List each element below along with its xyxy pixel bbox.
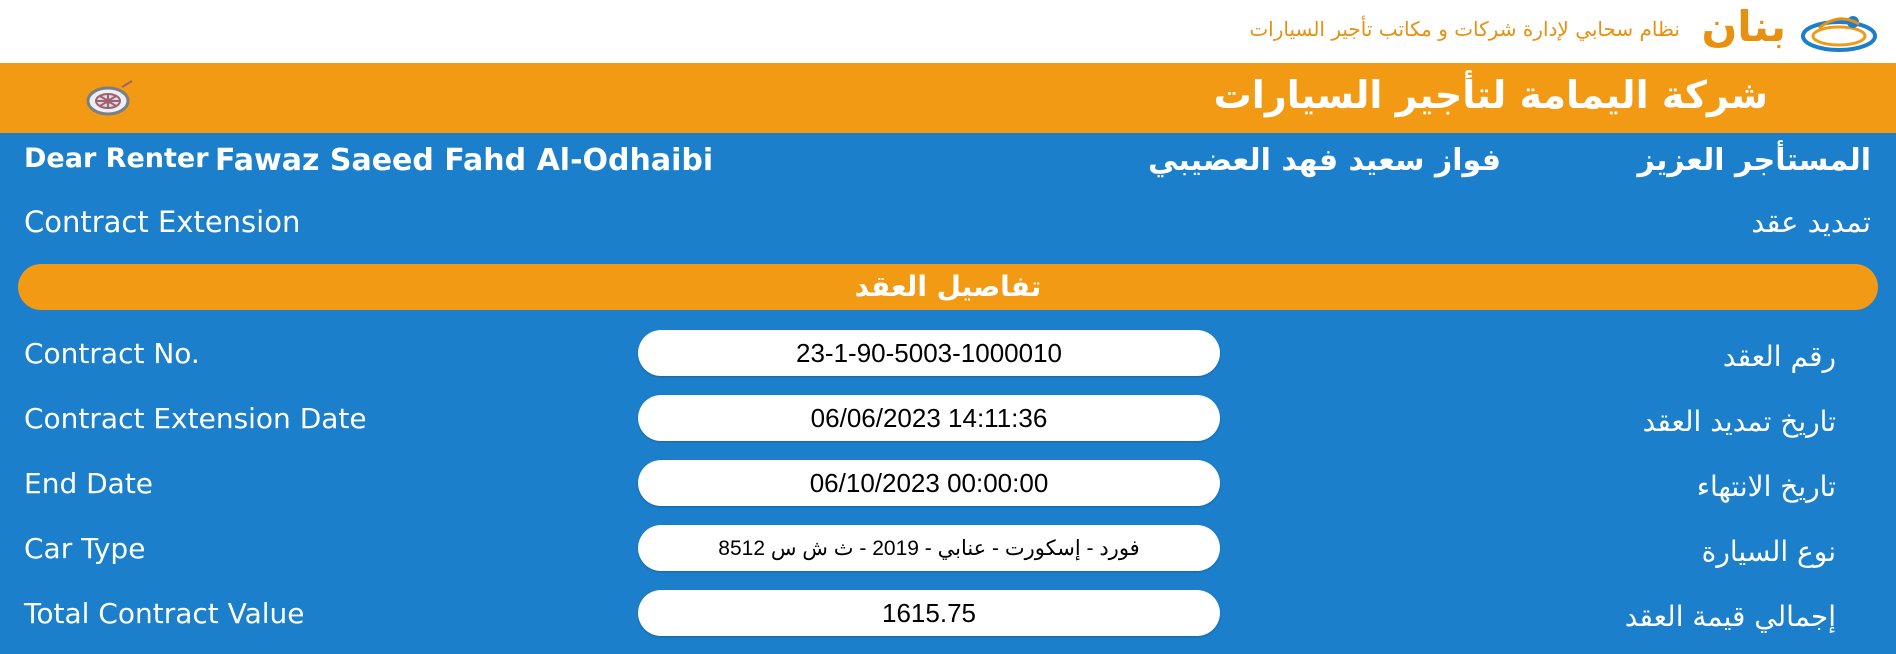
extension-date-field: 06/06/2023 14:11:36 bbox=[638, 395, 1220, 441]
top-header: بنان نظام سحابي لإدارة شركات و مكاتب تأج… bbox=[0, 0, 1896, 63]
end-date-field: 06/10/2023 00:00:00 bbox=[638, 460, 1220, 506]
brand-logo-icon bbox=[1801, 16, 1877, 52]
renter-name-en: Fawaz Saeed Fahd Al-Odhaibi bbox=[215, 143, 714, 178]
operation-title-ar: تمديد عقد bbox=[1751, 205, 1871, 239]
contract-number-label-ar: رقم العقد bbox=[1722, 340, 1836, 373]
total-value-label-ar: إجمالي قيمة العقد bbox=[1624, 600, 1836, 633]
renter-name-ar: فواز سعيد فهد العضيبي bbox=[1147, 143, 1501, 178]
brand-tagline: نظام سحابي لإدارة شركات و مكاتب تأجير ال… bbox=[1249, 17, 1680, 41]
contract-details-header: تفاصيل العقد bbox=[18, 264, 1878, 310]
end-date-label-en: End Date bbox=[24, 467, 154, 500]
extension-date-label-en: Contract Extension Date bbox=[24, 402, 367, 435]
brand-name: بنان bbox=[1701, 2, 1786, 51]
car-type-field: فورد - إسكورت - عنابي - 2019 - ث ش س 851… bbox=[638, 525, 1220, 571]
contract-number-label-en: Contract No. bbox=[24, 337, 200, 370]
contract-number-field: 23-1-90-5003-1000010 bbox=[638, 330, 1220, 376]
car-type-label-en: Car Type bbox=[24, 532, 146, 565]
operation-title-en: Contract Extension bbox=[24, 205, 301, 239]
total-value-label-en: Total Contract Value bbox=[24, 597, 305, 630]
car-wheel-icon bbox=[86, 80, 133, 116]
renter-label-ar: المستأجر العزيز bbox=[1637, 143, 1872, 178]
car-type-label-ar: نوع السيارة bbox=[1701, 535, 1836, 568]
total-value-field: 1615.75 bbox=[638, 590, 1220, 636]
company-name: شركة اليمامة لتأجير السيارات bbox=[1213, 73, 1768, 117]
end-date-label-ar: تاريخ الانتهاء bbox=[1696, 470, 1836, 503]
company-bar: شركة اليمامة لتأجير السيارات bbox=[0, 63, 1896, 133]
extension-date-label-ar: تاريخ تمديد العقد bbox=[1642, 405, 1836, 438]
renter-label-en: Dear Renter bbox=[24, 143, 209, 174]
